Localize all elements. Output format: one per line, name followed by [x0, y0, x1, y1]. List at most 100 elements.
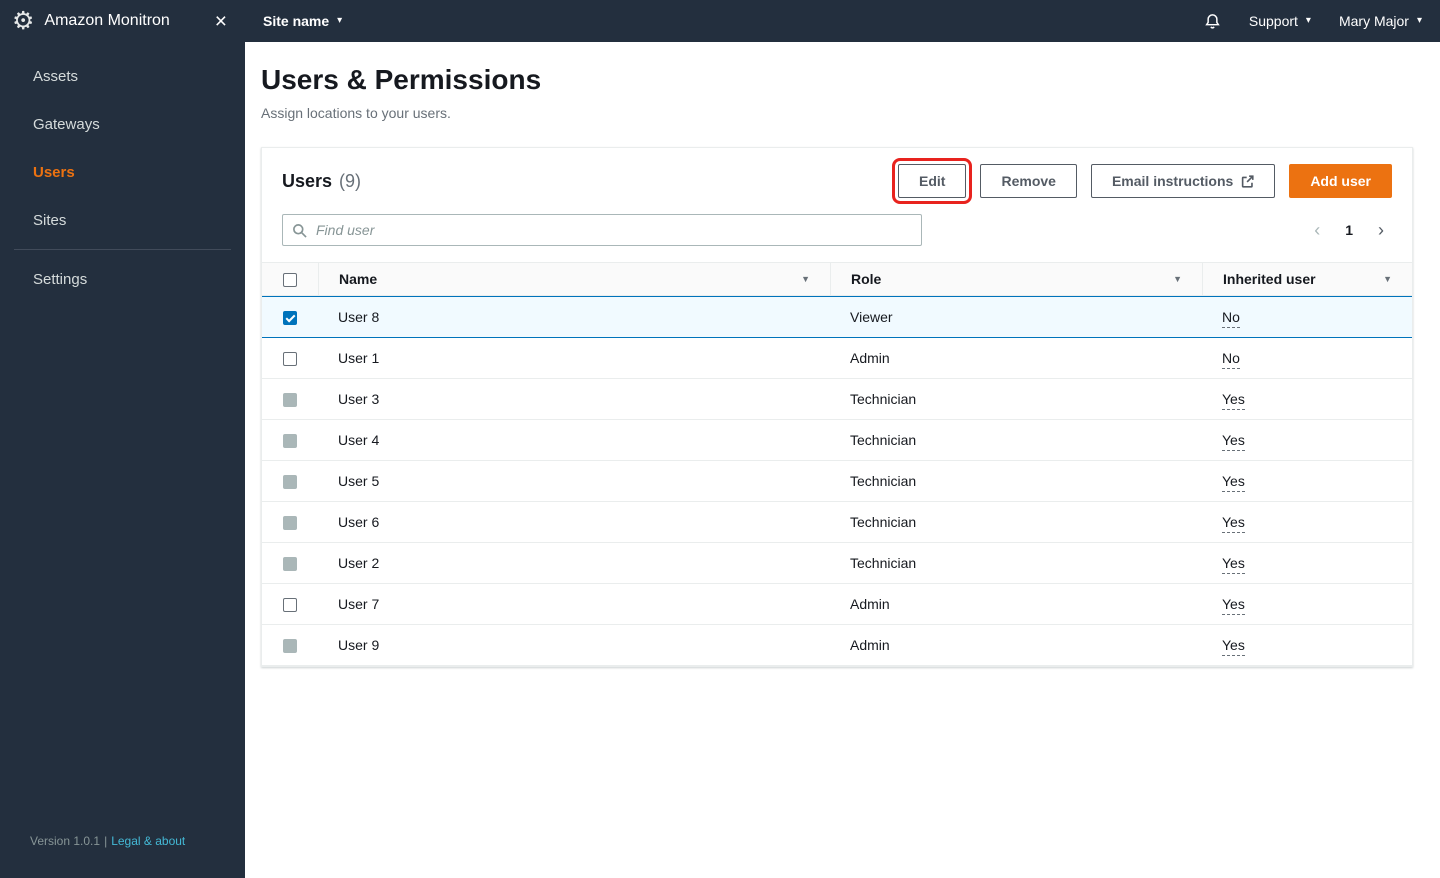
email-instructions-label: Email instructions — [1111, 173, 1234, 189]
column-label: Name — [339, 271, 378, 287]
cell-name: User 2 — [318, 543, 830, 584]
add-user-button[interactable]: Add user — [1289, 164, 1392, 198]
notifications-bell-icon[interactable] — [1204, 13, 1221, 30]
edit-button[interactable]: Edit — [891, 158, 973, 204]
table-row[interactable]: User 9 Admin Yes — [262, 625, 1412, 666]
user-menu[interactable]: Mary Major ▾ — [1339, 13, 1422, 29]
find-user-input[interactable] — [314, 221, 912, 239]
caret-down-icon: ▾ — [337, 15, 343, 26]
inherited-value[interactable]: No — [1222, 309, 1240, 328]
cell-inherited: Yes — [1202, 420, 1412, 461]
cell-inherited: No — [1202, 338, 1412, 379]
sidebar-item-gateways[interactable]: Gateways — [0, 100, 245, 148]
cell-role: Viewer — [830, 296, 1202, 338]
pagination: ‹ 1 › — [1306, 219, 1392, 241]
page-subtitle: Assign locations to your users. — [261, 105, 451, 121]
cell-name: User 1 — [318, 338, 830, 379]
sidebar-item-sites[interactable]: Sites — [0, 196, 245, 244]
cell-name: User 7 — [318, 584, 830, 625]
pagination-prev-icon[interactable]: ‹ — [1306, 219, 1328, 241]
cell-role: Technician — [830, 461, 1202, 502]
sidebar: ⚙ Amazon Monitron × Assets Gateways User… — [0, 0, 245, 878]
table-row[interactable]: User 8 Viewer No — [262, 296, 1412, 338]
panel-heading: Users — [282, 170, 333, 191]
cell-inherited: Yes — [1202, 379, 1412, 420]
sidebar-footer: Version 1.0.1 | Legal & about — [30, 834, 185, 848]
table-row[interactable]: User 2 Technician Yes — [262, 543, 1412, 584]
sidebar-item-assets[interactable]: Assets — [0, 52, 245, 100]
users-panel-header: Users (9) Edit Remove Email instructions — [262, 148, 1412, 262]
cell-name: User 6 — [318, 502, 830, 543]
main-content: Users & Permissions Assign locations to … — [245, 42, 1440, 878]
search-icon — [292, 223, 307, 238]
inherited-value[interactable]: Yes — [1222, 514, 1245, 533]
users-panel: Users (9) Edit Remove Email instructions — [261, 147, 1413, 667]
users-table-body: User 8 Viewer No User 1 Admin No User 3 … — [262, 296, 1412, 666]
topbar: Site name ▾ Support ▾ Mary Major ▾ — [245, 0, 1440, 42]
inherited-value[interactable]: Yes — [1222, 391, 1245, 410]
cell-inherited: Yes — [1202, 461, 1412, 502]
select-all-checkbox[interactable] — [283, 273, 297, 288]
cell-role: Technician — [830, 543, 1202, 584]
inherited-value[interactable]: Yes — [1222, 473, 1245, 492]
inherited-value[interactable]: Yes — [1222, 596, 1245, 615]
inherited-value[interactable]: No — [1222, 350, 1240, 369]
cell-inherited: Yes — [1202, 543, 1412, 584]
caret-down-icon: ▾ — [1305, 15, 1311, 26]
table-row[interactable]: User 4 Technician Yes — [262, 420, 1412, 461]
column-label: Inherited user — [1223, 271, 1316, 287]
inherited-value[interactable]: Yes — [1222, 555, 1245, 574]
row-checkbox — [283, 434, 297, 449]
cell-role: Admin — [830, 584, 1202, 625]
row-checkbox[interactable] — [283, 352, 297, 367]
email-instructions-button[interactable]: Email instructions — [1090, 164, 1276, 198]
cell-name: User 4 — [318, 420, 830, 461]
row-checkbox — [283, 557, 297, 572]
table-row[interactable]: User 6 Technician Yes — [262, 502, 1412, 543]
column-header-role[interactable]: Role ▼ — [830, 262, 1202, 296]
cell-role: Technician — [830, 502, 1202, 543]
remove-button[interactable]: Remove — [980, 164, 1077, 198]
sidebar-item-settings[interactable]: Settings — [0, 255, 245, 303]
sort-caret-icon: ▼ — [1173, 274, 1182, 284]
table-row[interactable]: User 3 Technician Yes — [262, 379, 1412, 420]
topbar-right: Support ▾ Mary Major ▾ — [1204, 13, 1422, 30]
cell-role: Technician — [830, 420, 1202, 461]
pagination-page-1[interactable]: 1 — [1337, 221, 1361, 239]
external-link-icon — [1241, 174, 1254, 188]
cell-inherited: Yes — [1202, 502, 1412, 543]
user-name-label: Mary Major — [1338, 13, 1409, 29]
page-title: Users & Permissions — [261, 64, 542, 95]
sort-caret-icon: ▼ — [801, 274, 810, 284]
row-checkbox — [283, 475, 297, 490]
table-row[interactable]: User 1 Admin No — [262, 338, 1412, 379]
inherited-value[interactable]: Yes — [1222, 637, 1245, 656]
panel-actions: Edit Remove Email instructions Add user — [891, 158, 1392, 204]
pagination-next-icon[interactable]: › — [1370, 219, 1392, 241]
sidebar-item-users[interactable]: Users — [0, 148, 245, 196]
support-menu[interactable]: Support ▾ — [1249, 13, 1311, 29]
row-checkbox — [283, 639, 297, 654]
cell-name: User 3 — [318, 379, 830, 420]
table-row[interactable]: User 7 Admin Yes — [262, 584, 1412, 625]
column-header-name[interactable]: Name ▼ — [318, 262, 830, 296]
table-row[interactable]: User 5 Technician Yes — [262, 461, 1412, 502]
sidebar-nav: Assets Gateways Users Sites Settings — [0, 42, 245, 303]
cell-name: User 9 — [318, 625, 830, 666]
cell-inherited: No — [1202, 296, 1412, 338]
panel-count: (9) — [339, 170, 362, 191]
row-checkbox[interactable] — [283, 311, 297, 326]
cell-inherited: Yes — [1202, 584, 1412, 625]
inherited-value[interactable]: Yes — [1222, 432, 1245, 451]
close-sidebar-icon[interactable]: × — [215, 11, 227, 32]
sort-caret-icon: ▼ — [1383, 274, 1392, 284]
site-name-dropdown[interactable]: Site name ▾ — [263, 13, 342, 29]
footer-separator: | — [104, 834, 108, 848]
column-header-inherited-user[interactable]: Inherited user ▼ — [1202, 262, 1412, 296]
cell-name: User 8 — [318, 296, 830, 338]
search-box — [282, 214, 922, 246]
legal-about-link[interactable]: Legal & about — [111, 834, 185, 848]
cell-name: User 5 — [318, 461, 830, 502]
row-checkbox[interactable] — [283, 598, 297, 613]
support-label: Support — [1248, 13, 1298, 29]
